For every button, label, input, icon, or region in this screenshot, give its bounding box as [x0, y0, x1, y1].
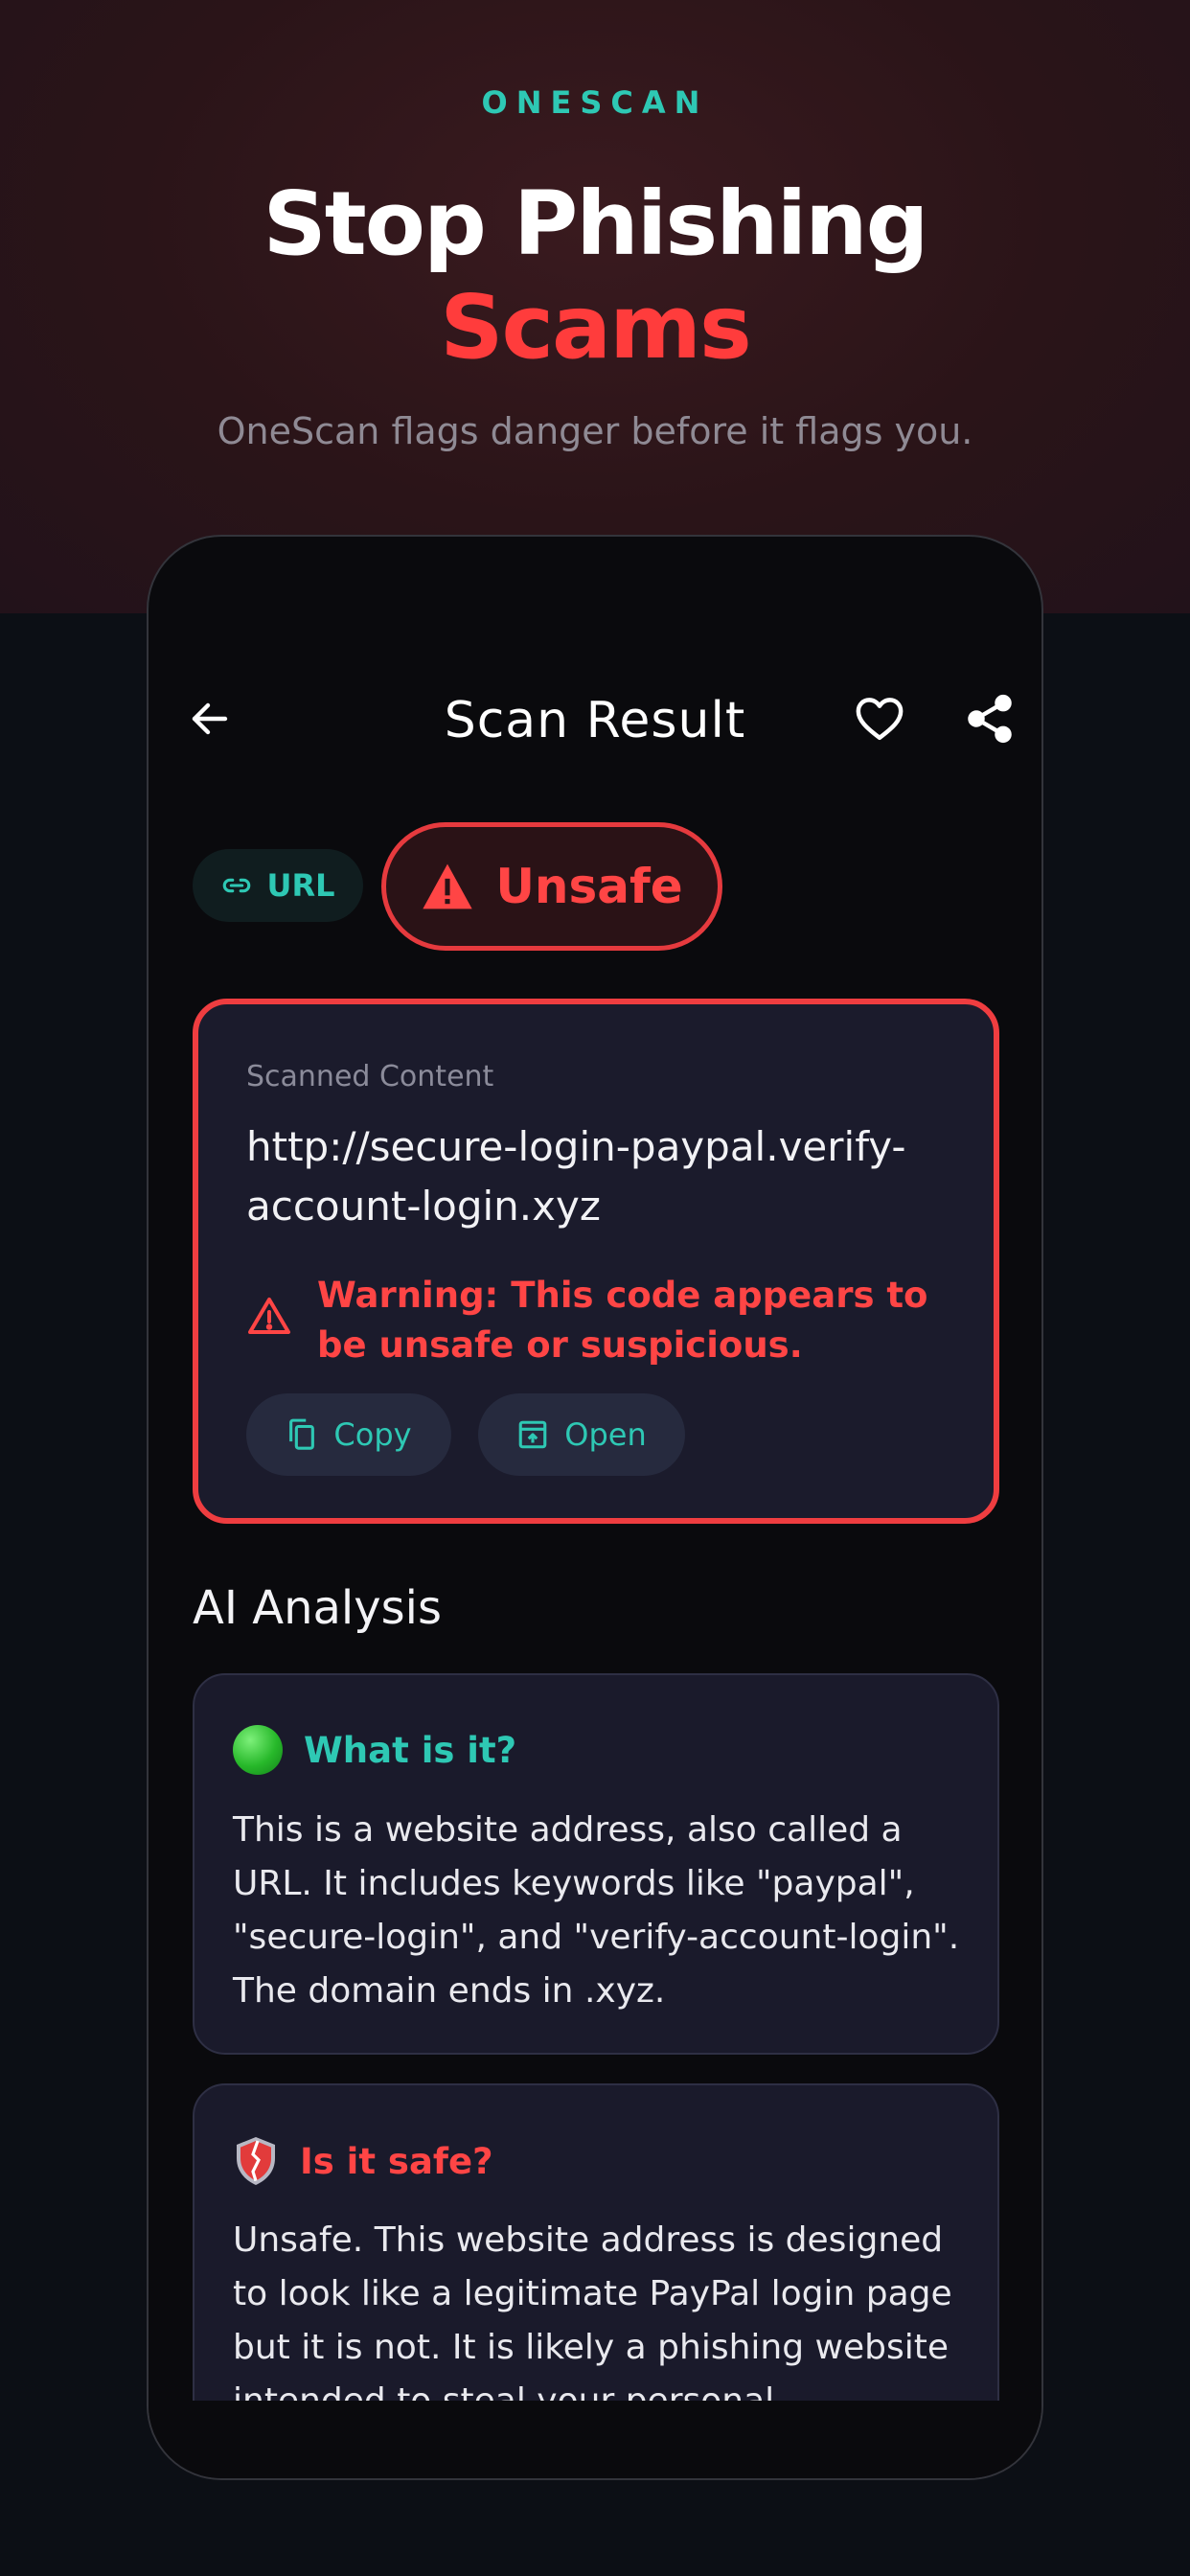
analysis-card-title: What is it?: [304, 1729, 517, 1771]
ai-analysis-heading: AI Analysis: [193, 1581, 443, 1635]
warning-message: Warning: This code appears to be unsafe …: [317, 1275, 928, 1366]
type-chip-url: URL: [193, 849, 363, 922]
status-badge-label: Unsafe: [495, 859, 683, 914]
hero-banner: ONESCAN Stop Phishing Scams OneScan flag…: [0, 0, 1190, 613]
screen-title: Scan Result: [444, 692, 746, 749]
broken-shield-icon: [237, 2137, 275, 2185]
copy-button[interactable]: Copy: [246, 1393, 451, 1476]
analysis-card-body: This is a website address, also called a…: [233, 1810, 960, 2011]
warning-outline-icon: [248, 1298, 290, 1334]
copy-icon: [289, 1418, 315, 1450]
warning-triangle-icon: [423, 863, 472, 909]
open-external-icon: [518, 1420, 547, 1449]
scanned-url: http://secure-login-paypal.verify-accoun…: [246, 1123, 906, 1230]
link-icon: [223, 878, 251, 893]
analysis-card-header: What is it?: [233, 1725, 516, 1775]
type-chip-label: URL: [266, 867, 335, 904]
green-circle-icon: [233, 1725, 283, 1775]
analysis-card-title: Is it safe?: [300, 2140, 493, 2182]
headline-line-1: Stop Phishing: [263, 172, 929, 275]
status-badge-unsafe: Unsafe: [381, 822, 722, 951]
open-button-label: Open: [564, 1416, 647, 1453]
scanned-content-label: Scanned Content: [246, 1060, 494, 1093]
copy-button-label: Copy: [333, 1416, 412, 1453]
headline-line-2: Scams: [440, 276, 752, 379]
scanned-content-card: Scanned Content http://secure-login-payp…: [193, 999, 999, 1524]
analysis-card-header: Is it safe?: [233, 2135, 493, 2187]
open-button[interactable]: Open: [478, 1393, 685, 1476]
top-nav-bar: Scan Result: [149, 680, 1041, 757]
analysis-card-what-is-it: What is it? This is a website address, a…: [193, 1673, 999, 2055]
scroll-clip-overlay: [149, 2401, 1041, 2478]
analysis-card-body: Unsafe. This website address is designed…: [233, 2220, 952, 2421]
heart-icon[interactable]: [853, 692, 906, 746]
phone-frame: Scan Result URL Unsafe Scanned Content h…: [147, 535, 1043, 2480]
headline: Stop Phishing Scams: [0, 172, 1190, 380]
share-icon[interactable]: [963, 692, 1017, 746]
tagline: OneScan flags danger before it flags you…: [217, 410, 973, 452]
brand-name: ONESCAN: [481, 84, 709, 121]
